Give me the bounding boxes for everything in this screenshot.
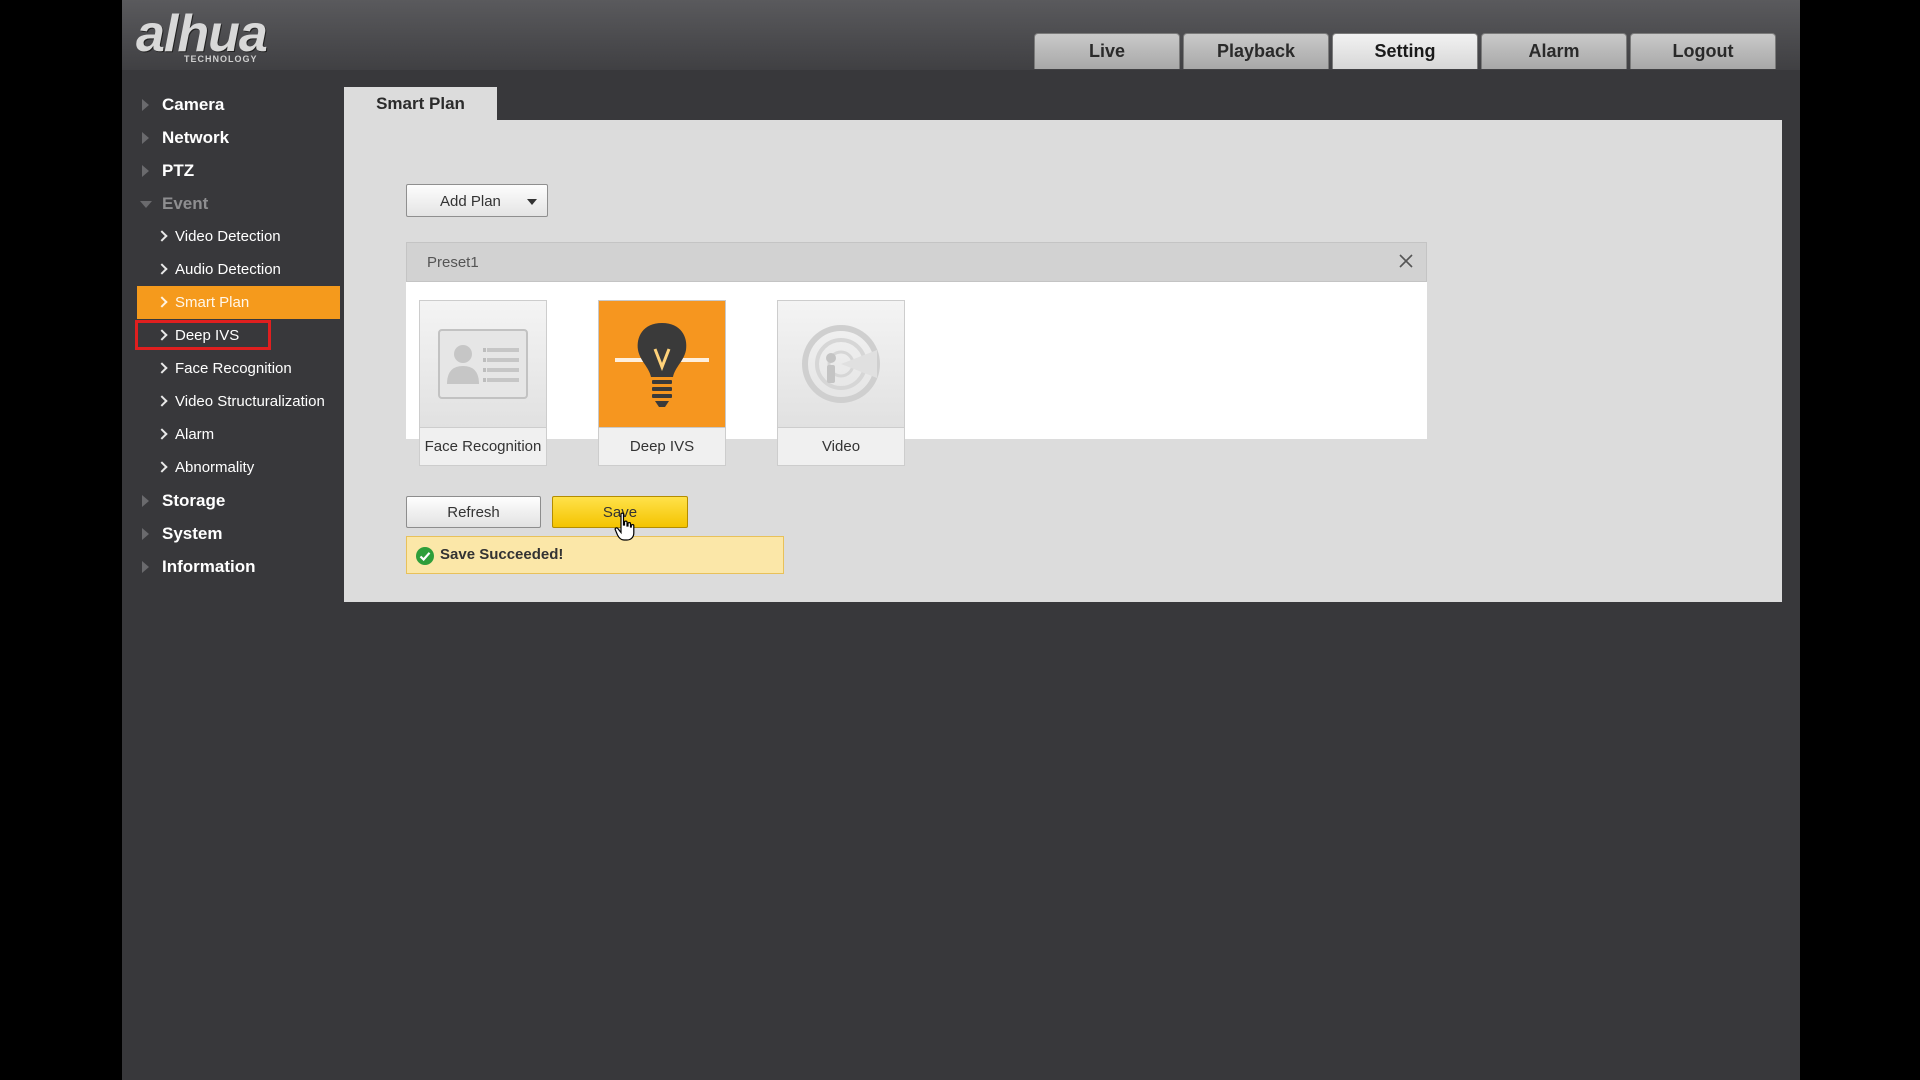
card-image [419, 300, 547, 428]
tab-smart-plan[interactable]: Smart Plan [344, 87, 497, 120]
collapse-arrow-icon [140, 201, 152, 208]
sidebar-item-system[interactable]: System [122, 517, 340, 550]
plan-card-video[interactable]: Video [777, 300, 905, 466]
check-circle-icon [416, 547, 434, 565]
sidebar-item-label: Abnormality [175, 459, 255, 476]
sidebar: Camera Network PTZ Event Video Detection… [122, 88, 340, 583]
preset-title: Preset1 [427, 254, 479, 271]
sidebar-item-label: Storage [162, 490, 226, 510]
chevron-right-icon [156, 428, 168, 440]
sidebar-item-label: Video Structuralization [175, 393, 325, 410]
sidebar-item-storage[interactable]: Storage [122, 484, 340, 517]
sidebar-item-label: Smart Plan [175, 294, 250, 311]
sidebar-item-ptz[interactable]: PTZ [122, 154, 340, 187]
chevron-right-icon [156, 362, 168, 374]
sidebar-item-label: Deep IVS [175, 327, 240, 344]
nav-live-button[interactable]: Live [1034, 33, 1180, 69]
nav-setting-button[interactable]: Setting [1332, 33, 1478, 69]
expand-arrow-icon [142, 528, 149, 540]
sidebar-item-label: Information [162, 556, 256, 576]
sidebar-item-network[interactable]: Network [122, 121, 340, 154]
close-icon[interactable] [1398, 253, 1414, 269]
sidebar-item-label: System [162, 523, 223, 543]
chevron-right-icon [156, 461, 168, 473]
expand-arrow-icon [142, 132, 149, 144]
face-recognition-icon [438, 329, 528, 399]
nav-alarm-button[interactable]: Alarm [1481, 33, 1627, 69]
sidebar-item-abnormality[interactable]: Abnormality [122, 451, 340, 484]
sidebar-item-smart-plan[interactable]: Smart Plan [137, 286, 340, 319]
app-window: alhua TECHNOLOGY Live Playback Setting A… [122, 0, 1800, 1080]
brand-tagline: TECHNOLOGY [184, 54, 258, 64]
sidebar-item-label: Camera [162, 94, 225, 114]
sidebar-item-audio-detection[interactable]: Audio Detection [122, 253, 340, 286]
sidebar-item-label: Network [162, 127, 230, 147]
sidebar-item-information[interactable]: Information [122, 550, 340, 583]
chevron-right-icon [156, 263, 168, 275]
sidebar-item-label: Face Recognition [175, 360, 292, 377]
sidebar-item-label: Alarm [175, 426, 215, 443]
sidebar-item-label: Event [162, 193, 209, 213]
sidebar-item-label: Audio Detection [175, 261, 281, 278]
sidebar-item-event[interactable]: Event [122, 187, 340, 220]
top-navigation: Live Playback Setting Alarm Logout [1034, 33, 1776, 69]
plan-card-face-recognition[interactable]: Face Recognition [419, 300, 547, 466]
sidebar-item-face-recognition[interactable]: Face Recognition [122, 352, 340, 385]
card-label: Deep IVS [598, 428, 726, 466]
sidebar-item-label: Video Detection [175, 228, 281, 245]
caret-down-icon [527, 199, 537, 205]
sidebar-item-video-detection[interactable]: Video Detection [122, 220, 340, 253]
expand-arrow-icon [142, 495, 149, 507]
sidebar-item-alarm[interactable]: Alarm [122, 418, 340, 451]
preset-body [406, 282, 1427, 439]
expand-arrow-icon [142, 99, 149, 111]
sidebar-item-camera[interactable]: Camera [122, 88, 340, 121]
brand-logo: alhua TECHNOLOGY [136, 2, 296, 66]
expand-arrow-icon [142, 165, 149, 177]
sidebar-item-deep-ivs[interactable]: Deep IVS [122, 319, 340, 352]
card-image [777, 300, 905, 428]
add-plan-label: Add Plan [440, 193, 501, 210]
chevron-right-icon [156, 296, 168, 308]
preset-header: Preset1 [406, 242, 1427, 282]
nav-playback-button[interactable]: Playback [1183, 33, 1329, 69]
chevron-right-icon [156, 395, 168, 407]
lightbulb-icon [615, 323, 709, 407]
chevron-right-icon [156, 230, 168, 242]
status-text: Save Succeeded! [440, 546, 564, 563]
expand-arrow-icon [142, 561, 149, 573]
save-button[interactable]: Save [552, 496, 688, 528]
sidebar-item-video-structuralization[interactable]: Video Structuralization [122, 385, 340, 418]
card-label: Face Recognition [419, 428, 547, 466]
preset-box: Preset1 Face Recognition Deep IVS Video [406, 242, 1427, 466]
refresh-button[interactable]: Refresh [406, 496, 541, 528]
video-metadata-icon [802, 325, 880, 403]
nav-logout-button[interactable]: Logout [1630, 33, 1776, 69]
card-label: Video [777, 428, 905, 466]
plan-card-deep-ivs[interactable]: Deep IVS [598, 300, 726, 466]
smart-plan-panel: Add Plan Preset1 Face Recognition Deep I… [344, 120, 1782, 602]
add-plan-dropdown[interactable]: Add Plan [406, 184, 548, 217]
card-image [598, 300, 726, 428]
sidebar-item-label: PTZ [162, 160, 195, 180]
save-status-message: Save Succeeded! [406, 536, 784, 574]
top-header: alhua TECHNOLOGY Live Playback Setting A… [122, 0, 1800, 70]
